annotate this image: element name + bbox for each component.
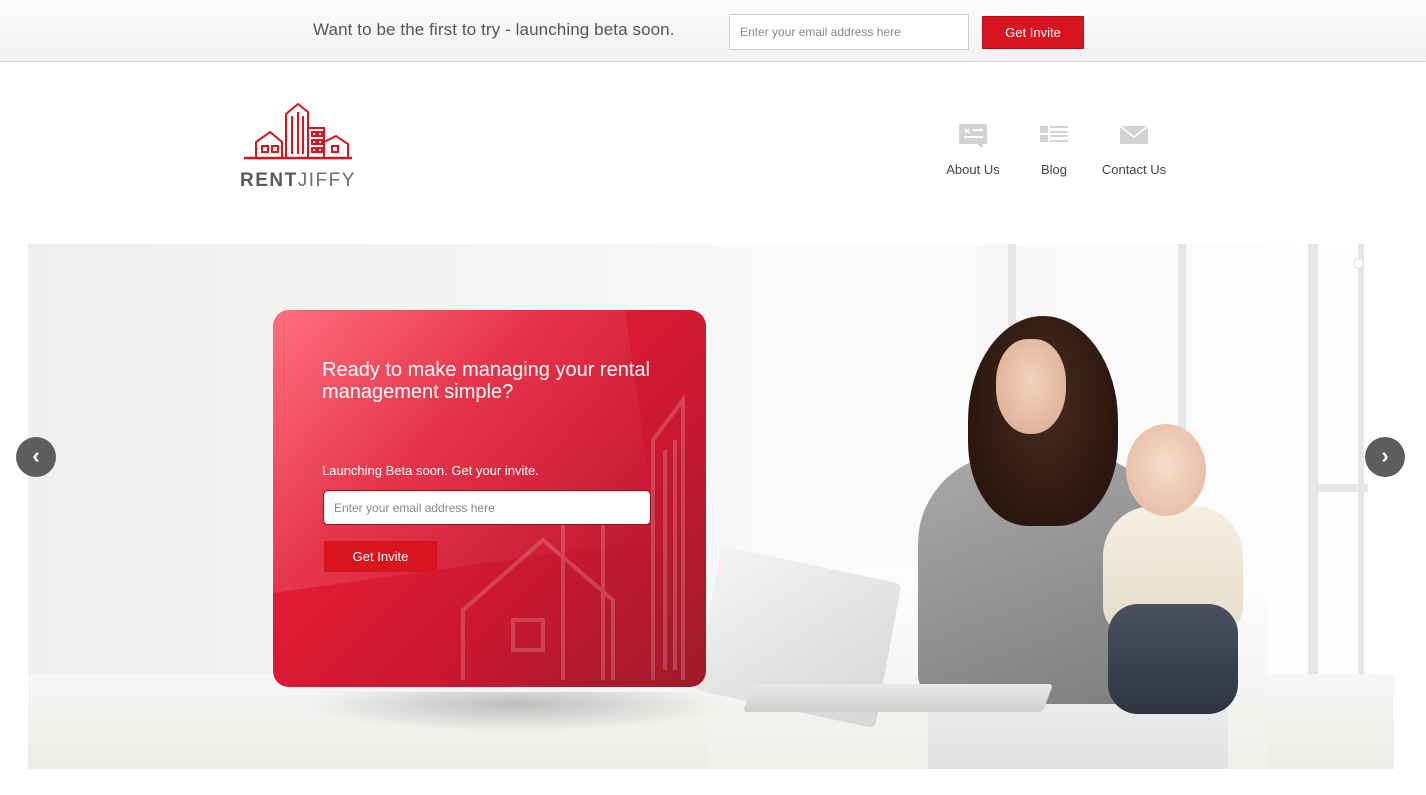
card-email-input[interactable] xyxy=(323,490,651,525)
woman-face xyxy=(996,339,1066,434)
nav-label-contact-us: Contact Us xyxy=(1101,162,1167,177)
beta-tagline: Want to be the first to try - launching … xyxy=(313,20,675,39)
list-icon xyxy=(1040,126,1068,142)
hero-slider: Ready to make managing your rental manag… xyxy=(28,244,1394,769)
nav-label-blog: Blog xyxy=(1040,162,1068,177)
card-headline: Ready to make managing your rental manag… xyxy=(322,359,650,403)
nav-contact-us[interactable]: Contact Us xyxy=(1100,116,1168,177)
nav-about-us[interactable]: About Us xyxy=(944,116,1002,177)
logo-wordmark: RENTJIFFY xyxy=(240,170,356,192)
id-card-icon xyxy=(959,124,987,148)
laptop-base xyxy=(742,684,1054,712)
baby-pants xyxy=(1108,604,1238,714)
slider-prev-button[interactable]: ‹ xyxy=(16,437,56,477)
beta-signup-bar: Want to be the first to try - launching … xyxy=(0,0,1426,62)
top-email-input[interactable] xyxy=(729,14,969,50)
rentjiffy-logo[interactable]: RENTJIFFY xyxy=(240,102,356,192)
signup-card: Ready to make managing your rental manag… xyxy=(273,310,706,687)
baby-head xyxy=(1126,424,1206,516)
card-get-invite-button[interactable]: Get Invite xyxy=(324,541,437,572)
slider-dot-active[interactable] xyxy=(1354,259,1363,268)
slider-next-button[interactable]: › xyxy=(1365,437,1405,477)
nav-label-about-us: About Us xyxy=(946,162,1000,177)
top-get-invite-button[interactable]: Get Invite xyxy=(982,16,1084,49)
logo-word-rent: RENT xyxy=(240,170,298,191)
buildings-logo-icon xyxy=(244,102,352,160)
card-shadow xyxy=(300,692,730,732)
card-subtext: Launching Beta soon. Get your invite. xyxy=(322,463,539,478)
logo-word-jiffy: JIFFY xyxy=(297,170,356,191)
envelope-icon xyxy=(1119,125,1149,144)
nav-blog[interactable]: Blog xyxy=(1038,116,1070,177)
buildings-watermark-icon xyxy=(461,394,685,680)
